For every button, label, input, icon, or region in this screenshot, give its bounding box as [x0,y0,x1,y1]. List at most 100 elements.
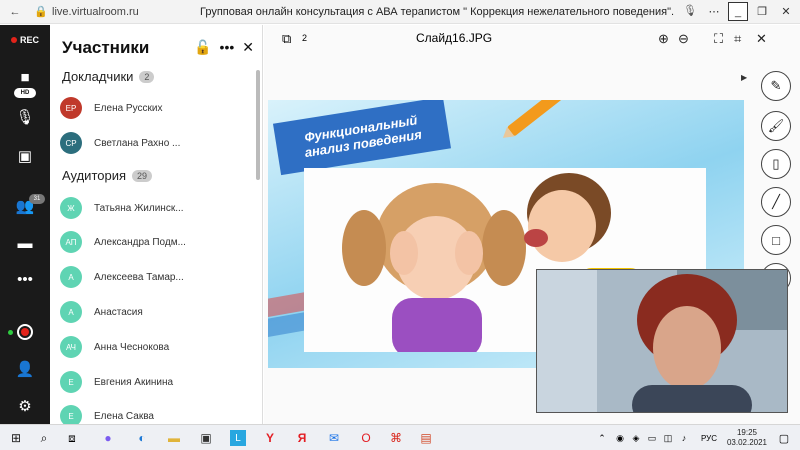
presentation-area: ⧉ 2 Слайд16.JPG ⊕ ⊖ ⛶ ⌗ ✕ Функциональный… [264,25,800,424]
app-l-icon[interactable]: L [230,430,246,446]
collapse-toolbar-icon[interactable]: ▶ [741,73,747,82]
webcam-video[interactable] [536,269,788,413]
microphone-icon[interactable]: 🎙 [0,108,50,126]
participant-name: Татьяна Жилинск... [94,202,184,214]
avatar: АЧ [60,336,82,358]
close-slide-icon[interactable]: ✕ [756,31,767,47]
task-view-icon[interactable]: ⧈ [64,430,80,446]
avatar: СР [60,132,82,154]
scrollbar[interactable] [255,70,261,420]
rec-dot-icon [10,37,17,43]
minimize-button[interactable]: _ [728,2,748,21]
date: 03.02.2021 [726,438,768,447]
participant-row[interactable]: АЧ Анна Чеснокова [60,335,250,359]
participant-row[interactable]: А Алексеева Тамар... [60,265,250,289]
line-tool-icon[interactable]: ╱ [761,187,791,217]
time: 19:25 [736,428,758,437]
camera-icon[interactable]: ■ [0,69,50,86]
participant-name: Александра Подм... [94,236,186,248]
speakers-section-header: Докладчики 2 [62,69,155,84]
participant-name: Алексеева Тамар... [94,271,184,283]
avatar: ЕР [60,97,82,119]
speakers-count: 2 [139,70,155,83]
participant-row[interactable]: Ж Татьяна Жилинск... [60,196,250,220]
speakers-label: Докладчики [62,69,134,84]
back-arrow-icon[interactable]: ← [8,6,22,18]
avatar: АП [60,231,82,253]
participant-row[interactable]: Е Евгения Акинина [60,370,250,394]
clock[interactable]: 19:25 03.02.2021 [722,428,772,448]
rec-label: REC [19,35,39,45]
yandex-browser-icon[interactable]: Y [262,430,278,446]
powerpoint-icon[interactable]: ▤ [418,430,434,446]
edge-icon[interactable]: ◐ [134,430,150,446]
tab-icon[interactable]: ⋯ [704,2,724,21]
pdf-reader-icon[interactable]: ⌘ [388,430,404,446]
windows-start-icon[interactable]: ⊞ [8,430,24,446]
crop-icon[interactable]: ⌗ [734,31,741,47]
audience-count: 29 [132,169,153,182]
cortana-icon[interactable]: ● [100,430,116,446]
rec-indicator[interactable]: REC [3,32,47,48]
slide-title-box: Функциональный анализ поведения [272,100,452,176]
pencil-tool-icon[interactable]: ✎ [761,71,791,101]
zoom-in-icon[interactable]: ⊕ [658,31,669,47]
url-text[interactable]: live.virtualroom.ru [52,6,172,18]
zoom-out-icon[interactable]: ⊖ [678,31,689,47]
participant-row[interactable]: СР Светлана Рахно ... [60,131,250,155]
left-toolbar: REC ■ HD 🎙 ▣ 👥 31 ▬ ••• 👤 ⚙ [0,25,50,424]
eraser-tool-icon[interactable]: ▯ [761,149,791,179]
tray-app-icon[interactable]: ◈ [628,430,644,446]
more-options-icon[interactable]: ••• [220,39,235,56]
store-icon[interactable]: ▣ [198,430,214,446]
brush-tool-icon[interactable]: 🖌 [761,111,791,141]
tray-app-icon[interactable]: ◉ [612,430,628,446]
scrollbar-thumb[interactable] [256,70,260,180]
participant-row[interactable]: А Анастасия [60,300,250,324]
restore-button[interactable]: ❐ [752,2,772,21]
app-window: ← 🔒 live.virtualroom.ru Групповая онлайн… [0,0,800,450]
yandex-icon[interactable]: Я [294,430,310,446]
settings-gear-icon[interactable]: ⚙ [0,397,50,415]
folder-icon[interactable]: ▬ [166,430,182,446]
browser-titlebar: ← 🔒 live.virtualroom.ru Групповая онлайн… [0,0,800,24]
avatar: А [60,301,82,323]
close-window-button[interactable]: ✕ [776,2,796,21]
online-status-icon [8,330,13,335]
add-user-icon[interactable]: 👤 [0,360,50,378]
participant-row[interactable]: АП Александра Подм... [60,230,250,254]
audience-label: Аудитория [62,168,127,183]
chat-icon[interactable]: ▬ [0,235,50,252]
opera-icon[interactable]: O [358,430,374,446]
rectangle-tool-icon[interactable]: □ [761,225,791,255]
fullscreen-icon[interactable]: ⛶ [714,31,723,47]
participants-count-badge: 31 [29,194,45,204]
microphone-icon[interactable]: 🎙 [683,4,697,17]
webcam-feed [537,270,787,412]
participants-panel: Участники 🔓 ••• ✕ Докладчики 2 ЕР Елена … [50,25,263,427]
tray-chevron-icon[interactable]: ⌃ [594,430,610,446]
avatar: А [60,266,82,288]
lock-icon[interactable]: 🔓 [194,39,211,56]
record-button[interactable] [17,324,33,340]
avatar: Е [60,371,82,393]
language-indicator[interactable]: РУС [698,430,720,446]
participant-row[interactable]: ЕР Елена Русских [60,96,250,120]
notification-icon[interactable]: ▢ [776,430,792,446]
more-icon[interactable]: ••• [0,271,50,288]
close-panel-icon[interactable]: ✕ [242,39,254,56]
participant-name: Анастасия [94,306,143,318]
panel-title: Участники [62,38,150,57]
volume-icon[interactable]: ♪ [676,430,692,446]
screen-share-icon[interactable]: ▣ [0,147,50,165]
pencil-illustration [507,100,565,137]
slides-icon[interactable]: ⧉ [282,31,291,47]
participant-name: Елена Саква [94,410,154,422]
participant-name: Елена Русских [94,102,163,114]
lock-icon[interactable]: 🔒 [34,5,48,18]
battery-icon[interactable]: ▭ [644,430,660,446]
mail-icon[interactable]: ✉ [326,430,342,446]
search-icon[interactable]: ⌕ [36,430,52,446]
network-icon[interactable]: ◫ [660,430,676,446]
hd-badge: HD [14,88,36,98]
